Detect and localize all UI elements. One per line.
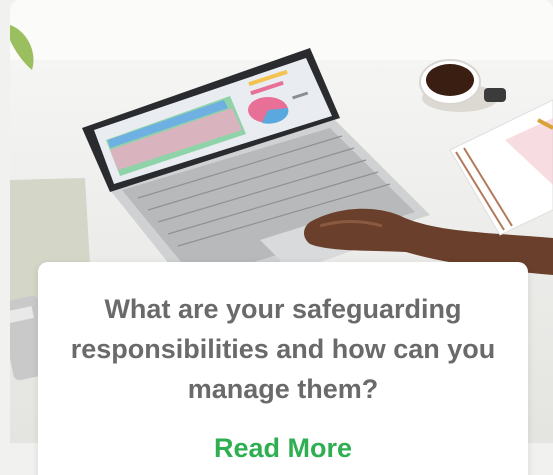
read-more-link[interactable]: Read More <box>214 433 352 464</box>
notebook-icon <box>449 99 553 236</box>
coffee-cup-icon <box>419 59 506 112</box>
article-caption: What are your safeguarding responsibilit… <box>38 262 528 475</box>
article-title: What are your safeguarding responsibilit… <box>70 294 496 404</box>
article-card[interactable]: What are your safeguarding responsibilit… <box>0 0 553 475</box>
laptop-icon <box>82 48 430 290</box>
